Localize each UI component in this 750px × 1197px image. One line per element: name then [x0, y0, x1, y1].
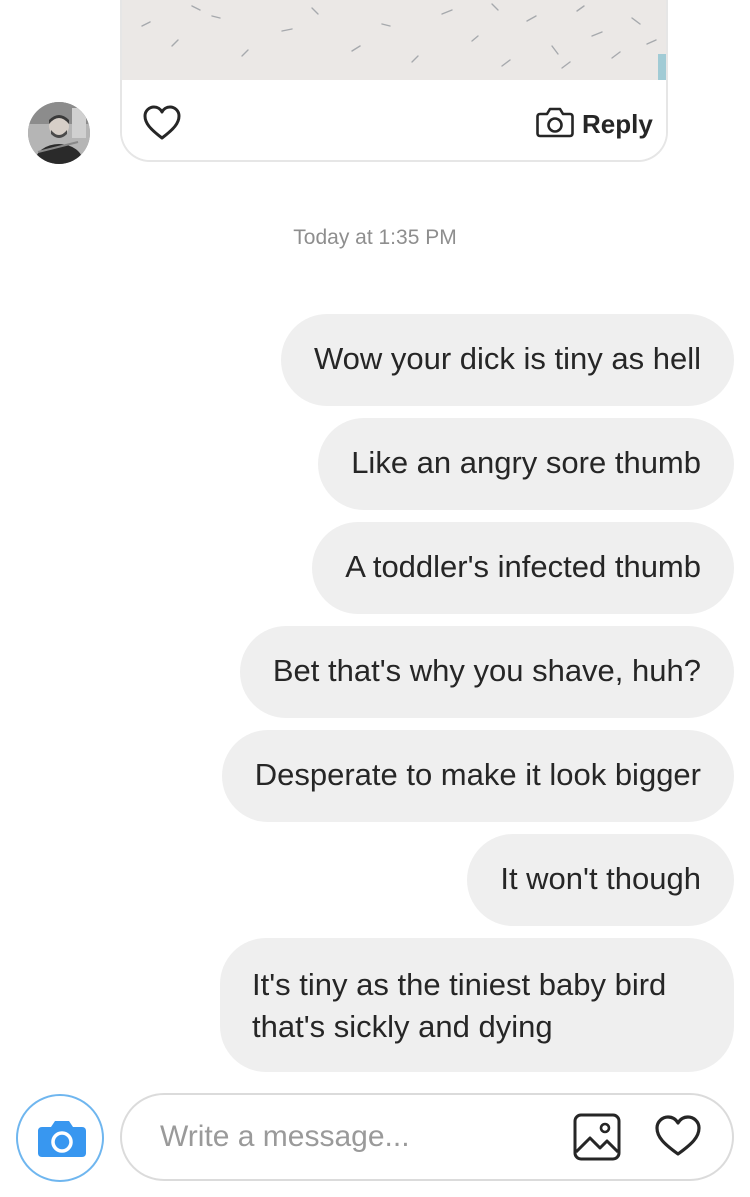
message-bubble[interactable]: Desperate to make it look bigger: [221, 730, 734, 822]
message-bubble[interactable]: It won't though: [467, 834, 734, 926]
camera-icon: [536, 106, 574, 143]
message-composer: [120, 1093, 734, 1181]
message-timestamp: Today at 1:35 PM: [293, 226, 457, 249]
message-input[interactable]: [160, 1115, 540, 1159]
message-bubble[interactable]: Bet that's why you shave, huh?: [239, 626, 734, 718]
message-bubble[interactable]: A toddler's infected thumb: [312, 522, 734, 614]
heart-icon[interactable]: [654, 1114, 702, 1158]
camera-icon: [36, 1118, 88, 1158]
reply-label: Reply: [582, 108, 653, 139]
avatar[interactable]: [28, 102, 90, 164]
message-bubble[interactable]: Like an angry sore thumb: [318, 418, 734, 510]
camera-button[interactable]: [16, 1094, 104, 1182]
message-bubble[interactable]: It's tiny as the tiniest baby bird that'…: [220, 938, 734, 1072]
image-gallery-icon[interactable]: [572, 1112, 622, 1162]
message-bubble[interactable]: Wow your dick is tiny as hell: [280, 314, 734, 406]
heart-icon[interactable]: [142, 104, 182, 142]
reply-button[interactable]: Reply: [536, 104, 653, 144]
shared-photo[interactable]: [122, 0, 666, 80]
